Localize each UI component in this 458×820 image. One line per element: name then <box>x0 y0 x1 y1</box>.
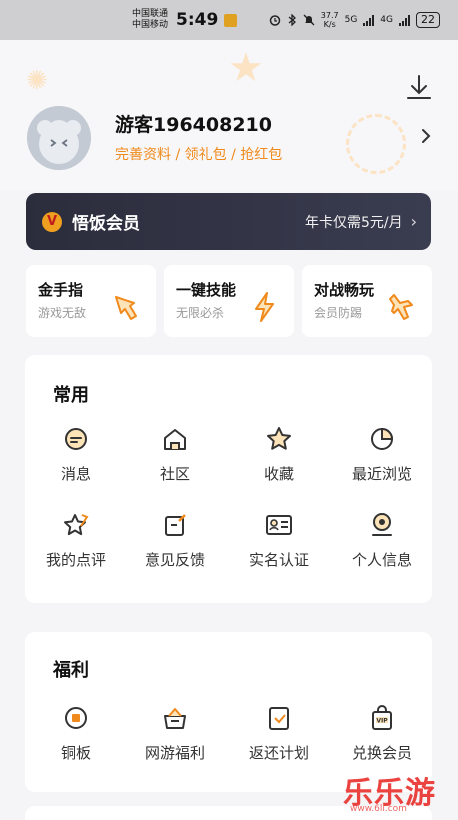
coin-icon <box>65 707 87 729</box>
menu-item-label: 意见反馈 <box>144 551 205 569</box>
menu-item-community[interactable]: 社区 <box>124 425 226 484</box>
vip-bag-icon: VIP <box>372 705 392 730</box>
menu-item-label: 收藏 <box>263 465 294 483</box>
menu-item-return-plan[interactable]: 返还计划 <box>228 704 330 763</box>
star-decoration-icon: ★ <box>228 45 264 91</box>
menu-item-feedback[interactable]: 意见反馈 <box>124 511 226 570</box>
menu-item-label: 社区 <box>159 465 190 483</box>
network-type-1: 5G <box>344 15 358 25</box>
profile-actions-link[interactable]: 完善资料 / 领礼包 / 抢红包 <box>115 144 282 164</box>
history-icon <box>371 427 394 450</box>
clock: 5:49 <box>176 10 219 30</box>
menu-item-online-game-benefits[interactable]: 网游福利 <box>124 704 226 763</box>
signal-1-icon <box>363 14 375 26</box>
chevron-right-icon: › <box>410 212 417 231</box>
menu-item-label: 实名认证 <box>248 551 309 569</box>
avatar[interactable] <box>27 106 91 170</box>
bluetooth-icon <box>288 14 296 26</box>
lightning-icon <box>255 292 274 322</box>
menu-item-label: 铜板 <box>60 744 91 762</box>
review-icon <box>64 514 89 536</box>
message-icon <box>65 428 87 450</box>
notification-icon <box>224 13 238 27</box>
net-speed: 37.7 K/s <box>321 11 339 29</box>
community-icon <box>164 429 186 450</box>
battery-indicator: 22 <box>416 12 440 28</box>
person-icon <box>372 513 392 536</box>
net-speed-value: 37.7 <box>320 11 339 20</box>
menu-item-label: 最近浏览 <box>351 465 412 483</box>
menu-item-favorites[interactable]: 收藏 <box>228 425 330 484</box>
finger-icon <box>115 296 137 320</box>
menu-item-label: 我的点评 <box>45 551 106 569</box>
menu-item-label: 返还计划 <box>248 744 309 762</box>
alarm-icon <box>269 15 281 26</box>
sun-decoration-icon <box>346 114 406 174</box>
download-icon[interactable] <box>404 72 434 102</box>
plane-icon <box>389 294 413 320</box>
carrier-1: 中国联通 <box>132 9 169 19</box>
common-section: 常用 消息 社区 收藏 最近浏览 我的点评 意见反馈 实名认证 个人信息 <box>25 355 432 603</box>
section-title-welfare: 福利 <box>53 660 89 681</box>
chevron-right-icon[interactable] <box>418 124 434 148</box>
sparkle-decoration-icon: ✺ <box>26 66 48 96</box>
vip-logo-icon: V <box>42 211 62 232</box>
return-icon <box>269 707 289 730</box>
menu-item-label: 个人信息 <box>351 551 412 569</box>
feature-card-cheat[interactable]: 金手指 游戏无敌 <box>26 265 156 337</box>
section-title-common: 常用 <box>53 385 89 406</box>
feature-card-skill[interactable]: 一键技能 无限必杀 <box>164 265 294 337</box>
feature-card-battle[interactable]: 对战畅玩 会员防踢 <box>302 265 432 337</box>
menu-item-personal-info[interactable]: 个人信息 <box>331 511 433 570</box>
menu-item-messages[interactable]: 消息 <box>25 425 127 484</box>
vip-banner[interactable]: V 悟饭会员 年卡仅需5元/月 › <box>26 193 431 250</box>
svg-text:VIP: VIP <box>376 718 388 725</box>
menu-item-label: 消息 <box>60 465 91 483</box>
menu-item-my-reviews[interactable]: 我的点评 <box>25 511 127 570</box>
favorite-icon <box>267 427 291 450</box>
watermark-url: www.6ll.com <box>350 804 407 814</box>
gift-box-icon <box>164 708 186 729</box>
menu-item-redeem-vip[interactable]: VIP 兑换会员 <box>331 704 433 763</box>
net-speed-unit: K/s <box>323 20 336 29</box>
menu-item-real-name[interactable]: 实名认证 <box>228 511 330 570</box>
menu-item-history[interactable]: 最近浏览 <box>331 425 433 484</box>
username[interactable]: 游客196408210 <box>115 110 272 137</box>
feedback-icon <box>165 514 186 536</box>
signal-2-icon <box>399 14 410 26</box>
status-indicators: 37.7 K/s 5G 4G 22 <box>269 11 440 29</box>
menu-item-label: 兑换会员 <box>351 744 412 762</box>
vip-promo-text: 年卡仅需5元/月 <box>304 214 403 231</box>
network-type-2: 4G <box>380 15 393 25</box>
mute-icon <box>303 14 315 26</box>
monkey-avatar-icon <box>27 106 91 170</box>
menu-item-label: 网游福利 <box>144 744 205 762</box>
carrier-info: 中国联通 中国移动 <box>132 9 168 31</box>
id-card-icon <box>266 515 292 535</box>
status-bar: 中国联通 中国移动 5:49 37.7 K/s 5G 4G 22 <box>0 0 458 40</box>
vip-title: 悟饭会员 <box>72 214 140 234</box>
menu-item-coins[interactable]: 铜板 <box>25 704 127 763</box>
carrier-2: 中国移动 <box>132 20 169 30</box>
